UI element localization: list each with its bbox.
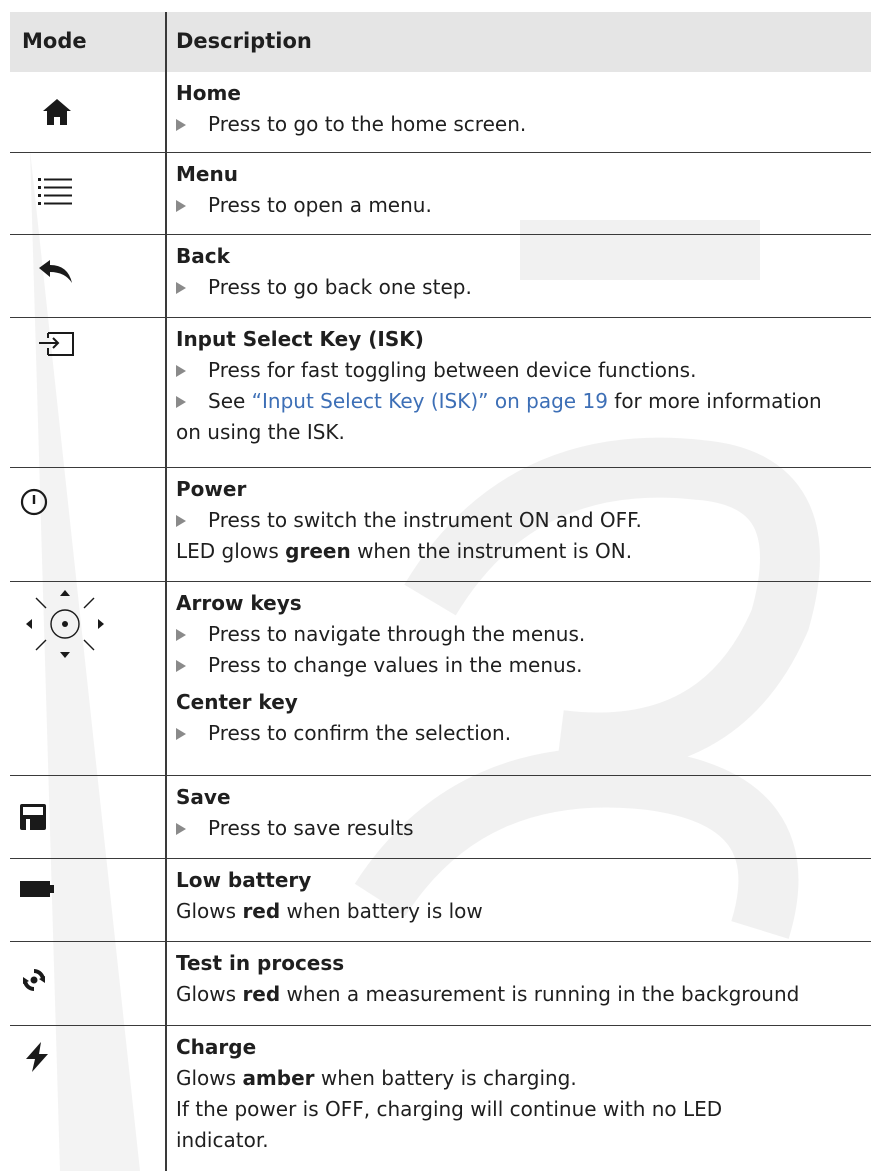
row-description: Save Press to save results — [176, 782, 871, 844]
battery-icon — [20, 881, 54, 897]
test-in-process-icon — [23, 969, 45, 991]
header-mode: Mode — [22, 29, 87, 53]
row-title: Back — [176, 244, 230, 268]
bullet-item: Press to save results — [176, 813, 871, 844]
bullet-item: Press to open a menu. — [176, 190, 871, 221]
power-icon — [20, 488, 48, 516]
back-icon — [39, 260, 72, 283]
home-icon — [43, 99, 71, 125]
row-description: Home Press to go to the home screen. — [176, 78, 871, 140]
table-row: Input Select Key (ISK) Press for fast to… — [10, 318, 871, 468]
row-title: Menu — [176, 162, 238, 186]
row-description: Power Press to switch the instrument ON … — [176, 474, 871, 567]
table-row: Home Press to go to the home screen. — [10, 72, 871, 153]
row-title: Arrow keys — [176, 591, 302, 615]
row-title: Charge — [176, 1035, 257, 1059]
row-title: Test in process — [176, 951, 345, 975]
row-title: Home — [176, 81, 241, 105]
led-note: Glows red when a measurement is running … — [176, 982, 800, 1006]
table-row: Save Press to save results — [10, 776, 871, 859]
row-title: Low battery — [176, 868, 312, 892]
charge-note-line-2: indicator. — [176, 1128, 269, 1152]
input-select-icon — [39, 332, 74, 356]
bullet-item: Press to go back one step. — [176, 272, 871, 303]
row-title: Input Select Key (ISK) — [176, 327, 424, 351]
bullet-item: Press to go to the home screen. — [176, 109, 871, 140]
table-row: Power Press to switch the instrument ON … — [10, 468, 871, 582]
led-note: LED glows green when the instrument is O… — [176, 539, 633, 563]
row-subtitle: Center key — [176, 690, 298, 714]
charge-note-line-1: If the power is OFF, charging will conti… — [176, 1097, 723, 1121]
table-row: Menu Press to open a menu. — [10, 153, 871, 235]
table-row: Low battery Glows red when battery is lo… — [10, 859, 871, 942]
table-row: Back Press to go back one step. — [10, 235, 871, 318]
header-description: Description — [176, 29, 312, 53]
page-reference-link[interactable]: “Input Select Key (ISK)” on page 19 — [252, 389, 608, 413]
bullet-item: Press to switch the instrument ON and OF… — [176, 505, 871, 536]
arrow-keys-icon — [26, 590, 104, 658]
menu-icon — [38, 178, 72, 205]
bullet-item: Press to confirm the selection. — [176, 718, 871, 749]
row-description: Input Select Key (ISK) Press for fast to… — [176, 324, 871, 448]
row-description: Arrow keys Press to navigate through the… — [176, 588, 871, 749]
row-description: Menu Press to open a menu. — [176, 159, 871, 221]
bullet-item: Press to change values in the menus. — [176, 650, 871, 681]
bullet-item: See “Input Select Key (ISK)” on page 19 … — [176, 386, 871, 417]
table-row: Charge Glows amber when battery is charg… — [10, 1026, 871, 1171]
table-row: Arrow keys Press to navigate through the… — [10, 582, 871, 776]
led-note: Glows amber when battery is charging. — [176, 1066, 577, 1090]
charge-icon — [26, 1042, 48, 1072]
led-note: Glows red when battery is low — [176, 899, 483, 923]
row-description: Charge Glows amber when battery is charg… — [176, 1032, 871, 1156]
column-divider — [165, 12, 167, 1171]
save-icon — [20, 804, 46, 830]
bullet-item: Press for fast toggling between device f… — [176, 355, 871, 386]
table-header: Mode Description — [10, 12, 871, 72]
row-description: Low battery Glows red when battery is lo… — [176, 865, 871, 927]
table-row: Test in process Glows red when a measure… — [10, 942, 871, 1026]
bullet-item: Press to navigate through the menus. — [176, 619, 871, 650]
row-title: Save — [176, 785, 231, 809]
bullet-continuation: on using the ISK. — [176, 420, 345, 444]
row-title: Power — [176, 477, 247, 501]
row-description: Back Press to go back one step. — [176, 241, 871, 303]
row-description: Test in process Glows red when a measure… — [176, 948, 871, 1010]
